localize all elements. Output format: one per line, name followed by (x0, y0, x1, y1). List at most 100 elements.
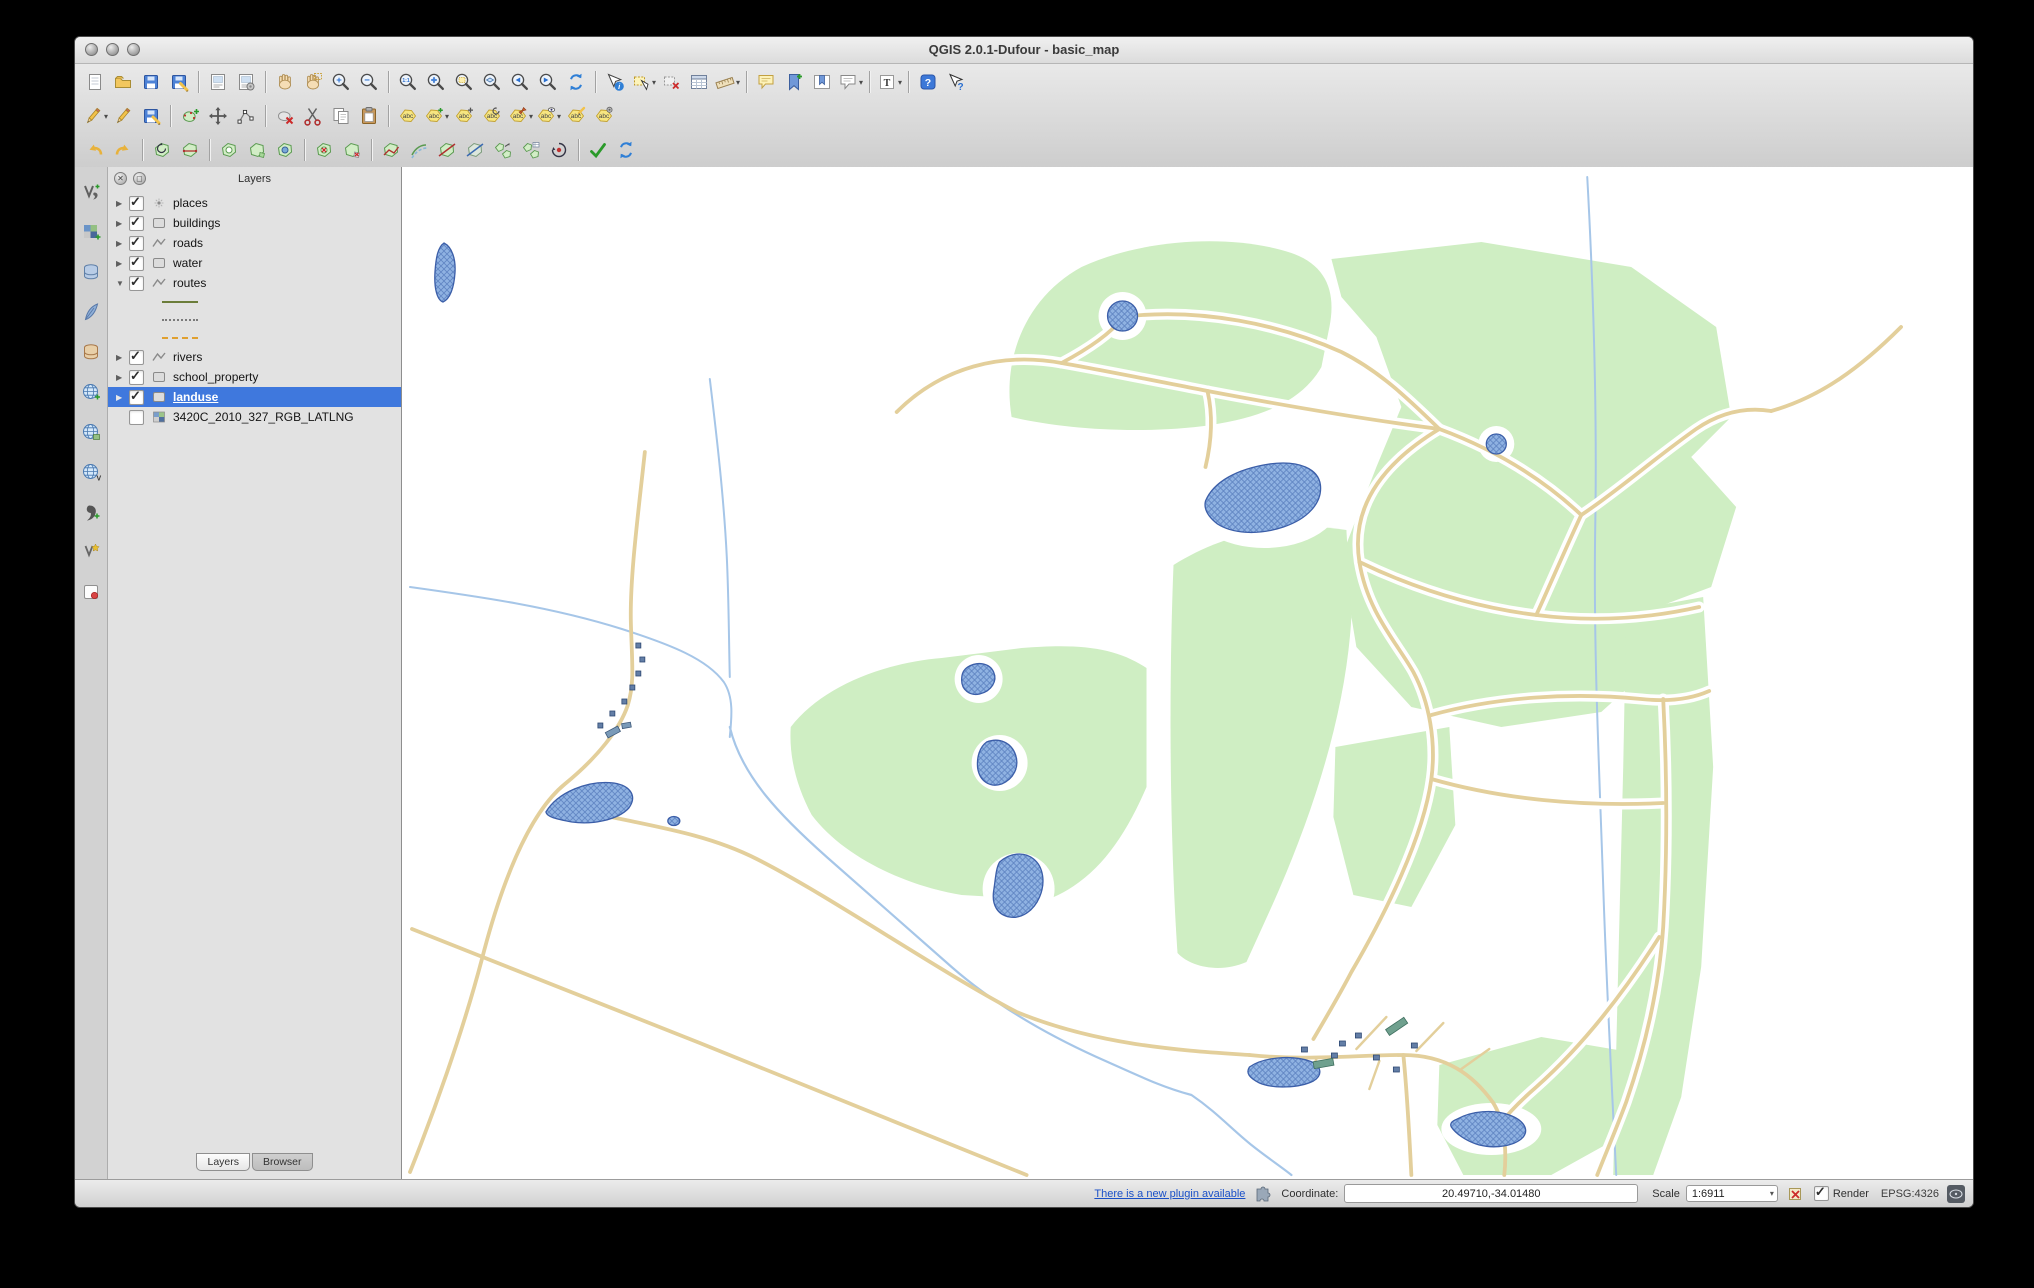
zoom-native[interactable]: 1:1 (394, 69, 422, 95)
refresh-map[interactable] (562, 69, 590, 95)
crs-status-icon[interactable] (1947, 1184, 1965, 1203)
text-annotation[interactable]: T ▾ (875, 69, 903, 95)
layer-visibility-checkbox[interactable] (129, 348, 144, 365)
layer-visibility-checkbox[interactable] (129, 368, 144, 385)
add-ring[interactable] (215, 137, 243, 163)
current-edits[interactable]: ▾ (81, 103, 109, 129)
merge-features[interactable] (489, 137, 517, 163)
save-layer-edits[interactable] (137, 103, 165, 129)
cut-features[interactable] (299, 103, 327, 129)
expand-arrow-icon[interactable]: ▶ (116, 199, 129, 208)
expand-arrow-icon[interactable]: ▼ (116, 279, 129, 288)
plugin-icon[interactable] (1253, 1185, 1271, 1203)
rotate-label[interactable]: abc (478, 103, 506, 129)
layer-visibility-checkbox[interactable] (129, 234, 144, 251)
show-bookmarks[interactable] (808, 69, 836, 95)
measure[interactable]: ▾ (713, 69, 741, 95)
layer-item-rivers[interactable]: ▶ rivers (108, 347, 401, 367)
zoom-to-selection[interactable] (450, 69, 478, 95)
deselect-features[interactable] (657, 69, 685, 95)
add-vector-layer[interactable] (77, 179, 105, 205)
save-project[interactable] (137, 69, 165, 95)
add-raster-layer[interactable] (77, 219, 105, 245)
whats-this[interactable]: ? (942, 69, 970, 95)
labeling[interactable]: abc (394, 103, 422, 129)
render-checkbox[interactable] (1813, 1184, 1829, 1201)
plugin-available-link[interactable]: There is a new plugin available (1094, 1188, 1245, 1200)
add-delimited-text[interactable] (77, 499, 105, 525)
pan-map[interactable] (271, 69, 299, 95)
rotate-feature[interactable] (148, 137, 176, 163)
identify-features[interactable]: i (601, 69, 629, 95)
layer-item-routes[interactable]: ▼ routes (108, 273, 401, 293)
delete-ring[interactable] (310, 137, 338, 163)
minimize-button[interactable] (106, 43, 119, 56)
add-mssql-layer[interactable] (77, 339, 105, 365)
zoom-last[interactable] (506, 69, 534, 95)
split-parts[interactable] (461, 137, 489, 163)
layer-item-roads[interactable]: ▶ roads (108, 233, 401, 253)
scale-combo[interactable]: 1:6911 ▾ (1685, 1185, 1778, 1202)
expand-arrow-icon[interactable]: ▶ (116, 239, 129, 248)
add-wfs-layer[interactable]: V (77, 459, 105, 485)
stop-rendering-icon[interactable] (1788, 1186, 1804, 1202)
open-project[interactable] (109, 69, 137, 95)
redraw[interactable] (612, 137, 640, 163)
toggle-editing[interactable] (109, 103, 137, 129)
expand-arrow-icon[interactable]: ▶ (116, 353, 129, 362)
check-validity[interactable] (584, 137, 612, 163)
delete-part[interactable] (338, 137, 366, 163)
layer-visibility-checkbox[interactable] (129, 194, 144, 211)
layer-item-raster[interactable]: 3420C_2010_327_RGB_LATLNG (108, 407, 401, 427)
save-project-as[interactable] (165, 69, 193, 95)
offset-curve[interactable] (405, 137, 433, 163)
change-label[interactable]: abc (562, 103, 590, 129)
add-feature[interactable] (176, 103, 204, 129)
add-postgis-layer[interactable] (77, 259, 105, 285)
annotation[interactable]: ▾ (836, 69, 864, 95)
move-feature[interactable] (204, 103, 232, 129)
simplify-feature[interactable] (176, 137, 204, 163)
layer-item-buildings[interactable]: ▶ buildings (108, 213, 401, 233)
composer-manager[interactable] (232, 69, 260, 95)
open-attribute-table[interactable] (685, 69, 713, 95)
layer-item-landuse[interactable]: ▶ landuse (108, 387, 401, 407)
new-print-composer[interactable] (204, 69, 232, 95)
label-data-defined[interactable]: abc ▾ (422, 103, 450, 129)
add-spatialite-layer[interactable] (77, 299, 105, 325)
rotate-point-symbols[interactable] (545, 137, 573, 163)
move-label[interactable]: abc (450, 103, 478, 129)
zoom-next[interactable] (534, 69, 562, 95)
node-tool[interactable] (232, 103, 260, 129)
zoom-button[interactable] (127, 43, 140, 56)
layer-visibility-checkbox[interactable] (129, 274, 144, 291)
layer-visibility-checkbox[interactable] (129, 214, 144, 231)
remove-layer[interactable] (77, 579, 105, 605)
layer-visibility-checkbox[interactable] (129, 409, 144, 425)
add-part[interactable] (243, 137, 271, 163)
undo[interactable] (81, 137, 109, 163)
panel-tab-browser[interactable]: Browser (252, 1153, 313, 1171)
add-wms-layer[interactable] (77, 379, 105, 405)
expand-arrow-icon[interactable]: ▶ (116, 219, 129, 228)
add-wcs-layer[interactable] (77, 419, 105, 445)
map-tips[interactable] (752, 69, 780, 95)
show-hide-labels[interactable]: abc ▾ (534, 103, 562, 129)
paste-features[interactable] (355, 103, 383, 129)
zoom-full[interactable] (422, 69, 450, 95)
delete-selected[interactable] (271, 103, 299, 129)
fill-ring[interactable] (271, 137, 299, 163)
coordinate-input[interactable] (1344, 1184, 1639, 1203)
split-features[interactable] (433, 137, 461, 163)
help-contents[interactable]: ? (914, 69, 942, 95)
panel-close-button[interactable]: ✕ (114, 172, 127, 185)
copy-features[interactable] (327, 103, 355, 129)
pan-to-selection[interactable] (299, 69, 327, 95)
zoom-to-layer[interactable] (478, 69, 506, 95)
label-properties[interactable]: abc (590, 103, 618, 129)
layer-item-places[interactable]: ▶ places (108, 193, 401, 213)
zoom-out[interactable]: − (355, 69, 383, 95)
pin-labels[interactable]: abc ▾ (506, 103, 534, 129)
expand-arrow-icon[interactable]: ▶ (116, 393, 129, 402)
new-shapefile-layer[interactable] (77, 539, 105, 565)
